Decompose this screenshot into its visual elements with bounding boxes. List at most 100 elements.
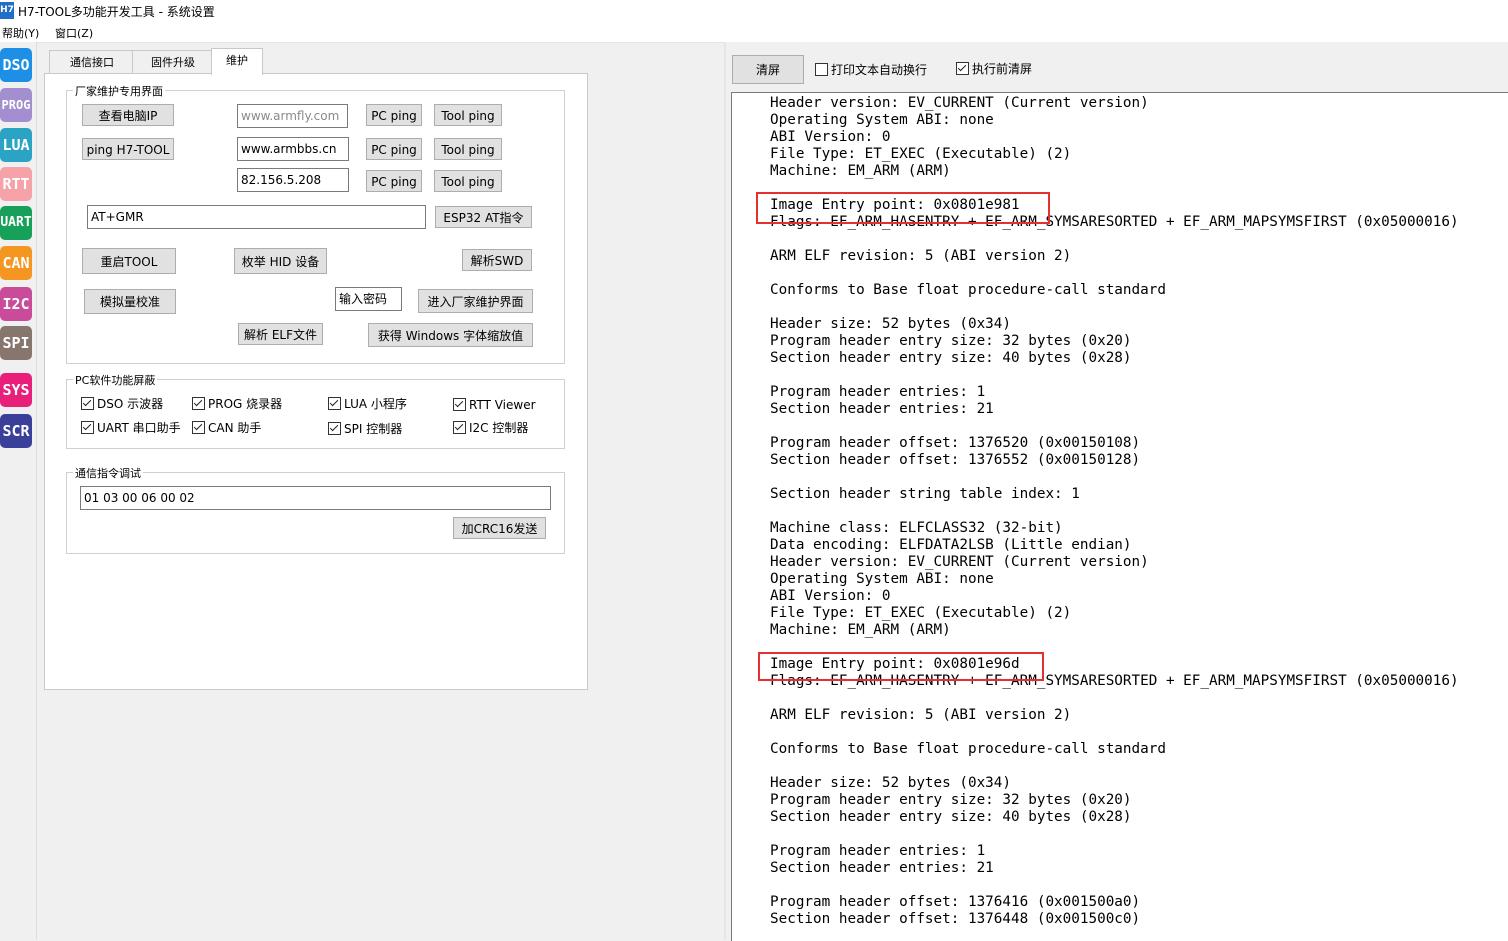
mask-prog-checkbox[interactable]: PROG 烧录器 <box>192 396 282 412</box>
mask-spi-checkbox[interactable]: SPI 控制器 <box>328 421 402 437</box>
command-input[interactable]: 01 03 00 06 00 02 <box>80 486 551 510</box>
sidebar-uart-button[interactable]: UART <box>0 206 32 240</box>
maintenance-panel: 厂家维护专用界面 查看电脑IP www.armfly.com PC ping T… <box>44 73 588 690</box>
pc-ping-button-2[interactable]: PC ping <box>366 138 422 160</box>
tab-maintenance[interactable]: 维护 <box>211 48 263 75</box>
tool-ping-button-2[interactable]: Tool ping <box>434 138 502 160</box>
console-line: Header version: EV_CURRENT (Current vers… <box>770 554 1149 570</box>
console-line: Data encoding: ELFDATA2LSB (Little endia… <box>770 537 1132 553</box>
console-line: ARM ELF revision: 5 (ABI version 2) <box>770 707 1072 723</box>
console-line: Conforms to Base float procedure-call st… <box>770 741 1166 757</box>
parse-elf-button[interactable]: 解析 ELF文件 <box>238 323 323 345</box>
console-line: Machine class: ELFCLASS32 (32-bit) <box>770 520 1063 536</box>
console-line: Section header entries: 21 <box>770 860 994 876</box>
console-line: Program header entries: 1 <box>770 843 986 859</box>
tool-ping-button-1[interactable]: Tool ping <box>434 104 502 126</box>
parse-swd-button[interactable]: 解析SWD <box>462 249 532 271</box>
restart-tool-button[interactable]: 重启TOOL <box>82 248 176 274</box>
console-line: Program header offset: 1376520 (0x001501… <box>770 435 1141 451</box>
mask-i2c-checkbox[interactable]: I2C 控制器 <box>453 420 528 436</box>
host2-input[interactable]: www.armbbs.cn <box>237 137 349 161</box>
auto-wrap-checkbox[interactable]: 打印文本自动换行 <box>815 62 927 78</box>
sidebar-scr-button[interactable]: SCR <box>0 414 32 448</box>
mask-can-checkbox[interactable]: CAN 助手 <box>192 420 261 436</box>
mask-uart-check-icon <box>81 421 94 434</box>
console-line: Section header offset: 1376448 (0x001500… <box>770 911 1141 927</box>
mask-uart-checkbox[interactable]: UART 串口助手 <box>81 420 181 436</box>
mask-lua-checkbox[interactable]: LUA 小程序 <box>328 396 407 412</box>
mask-lua-check-icon <box>328 397 341 410</box>
console-line: Operating System ABI: none <box>770 112 994 128</box>
sidebar-lua-button[interactable]: LUA <box>0 128 32 162</box>
sidebar-dso-button[interactable]: DSO <box>0 48 32 82</box>
crc16-send-button[interactable]: 加CRC16发送 <box>453 517 546 539</box>
mask-spi-check-icon <box>328 422 341 435</box>
console-line: ARM ELF revision: 5 (ABI version 2) <box>770 248 1072 264</box>
clear-before-run-checkbox[interactable]: 执行前清屏 <box>956 61 1032 77</box>
pc-ping-button-1[interactable]: PC ping <box>366 104 422 126</box>
enumerate-hid-button[interactable]: 枚举 HID 设备 <box>234 248 327 274</box>
console-line: Conforms to Base float procedure-call st… <box>770 282 1166 298</box>
tab-comm-interface[interactable]: 通信接口 <box>49 50 135 74</box>
host1-input[interactable]: www.armfly.com <box>237 104 348 128</box>
console-line: Section header string table index: 1 <box>770 486 1080 502</box>
pane-divider[interactable] <box>724 42 726 940</box>
console-line: Header size: 52 bytes (0x34) <box>770 316 1012 332</box>
analog-calibration-button[interactable]: 模拟量校准 <box>84 289 176 314</box>
console-line: ABI Version: 0 <box>770 129 891 145</box>
get-font-scale-button[interactable]: 获得 Windows 字体缩放值 <box>368 323 533 347</box>
console-line: Header size: 52 bytes (0x34) <box>770 775 1012 791</box>
console-line: File Type: ET_EXEC (Executable) (2) <box>770 146 1072 162</box>
host3-input[interactable]: 82.156.5.208 <box>237 168 349 192</box>
esp32-at-button[interactable]: ESP32 AT指令 <box>435 206 532 228</box>
menu-help[interactable]: 帮助(Y) <box>2 25 39 41</box>
console-toolbar: 清屏 打印文本自动换行 执行前清屏 <box>726 42 1508 92</box>
ping-h7tool-button[interactable]: ping H7-TOOL <box>82 138 174 160</box>
view-pc-ip-button[interactable]: 查看电脑IP <box>82 104 174 126</box>
clear-before-run-check-icon <box>956 62 969 75</box>
console-line: Section header entry size: 40 bytes (0x2… <box>770 350 1132 366</box>
mask-i2c-check-icon <box>453 421 466 434</box>
sidebar-rtt-button[interactable]: RTT <box>0 167 32 201</box>
menu-window[interactable]: 窗口(Z) <box>55 25 93 41</box>
sidebar-prog-button[interactable]: PROG <box>0 88 32 122</box>
mask-rtt-check-icon <box>453 398 466 411</box>
sidebar-spi-button[interactable]: SPI <box>0 326 32 360</box>
console-output[interactable]: Header version: EV_CURRENT (Current vers… <box>731 92 1508 941</box>
tab-firmware-upgrade[interactable]: 固件升级 <box>132 50 214 74</box>
function-mask-group: PC软件功能屏蔽 DSO 示波器 PROG 烧录器 LUA 小程序 RTT Vi… <box>66 372 565 449</box>
factory-group: 厂家维护专用界面 查看电脑IP www.armfly.com PC ping T… <box>66 83 565 364</box>
auto-wrap-check-icon <box>815 63 828 76</box>
console-line: Section header entry size: 40 bytes (0x2… <box>770 809 1132 825</box>
mask-dso-check-icon <box>81 397 94 410</box>
sidebar-sys-button[interactable]: SYS <box>0 373 32 407</box>
mask-can-check-icon <box>192 421 205 434</box>
console-line: Header version: EV_CURRENT (Current vers… <box>770 95 1149 111</box>
console-line: Machine: EM_ARM (ARM) <box>770 163 951 179</box>
app-icon: H7 <box>0 2 14 19</box>
entry-point-highlight-1 <box>756 192 1050 224</box>
enter-factory-button[interactable]: 进入厂家维护界面 <box>418 289 533 313</box>
console-line: Program header entries: 1 <box>770 384 986 400</box>
mask-rtt-checkbox[interactable]: RTT Viewer <box>453 397 536 413</box>
console-line: Section header offset: 1376552 (0x001501… <box>770 452 1141 468</box>
tool-ping-button-3[interactable]: Tool ping <box>434 170 502 192</box>
function-mask-title: PC软件功能屏蔽 <box>73 372 158 388</box>
mask-dso-checkbox[interactable]: DSO 示波器 <box>81 396 163 412</box>
pc-ping-button-3[interactable]: PC ping <box>366 170 422 192</box>
window-title: H7-TOOL多功能开发工具 - 系统设置 <box>18 5 215 19</box>
sidebar-i2c-button[interactable]: I2C <box>0 287 32 321</box>
console-line: File Type: ET_EXEC (Executable) (2) <box>770 605 1072 621</box>
sidebar-can-button[interactable]: CAN <box>0 246 32 280</box>
console-line: Operating System ABI: none <box>770 571 994 587</box>
clear-screen-button[interactable]: 清屏 <box>732 55 804 84</box>
password-input[interactable]: 输入密码 <box>335 287 402 311</box>
at-command-input[interactable]: AT+GMR <box>87 205 426 229</box>
